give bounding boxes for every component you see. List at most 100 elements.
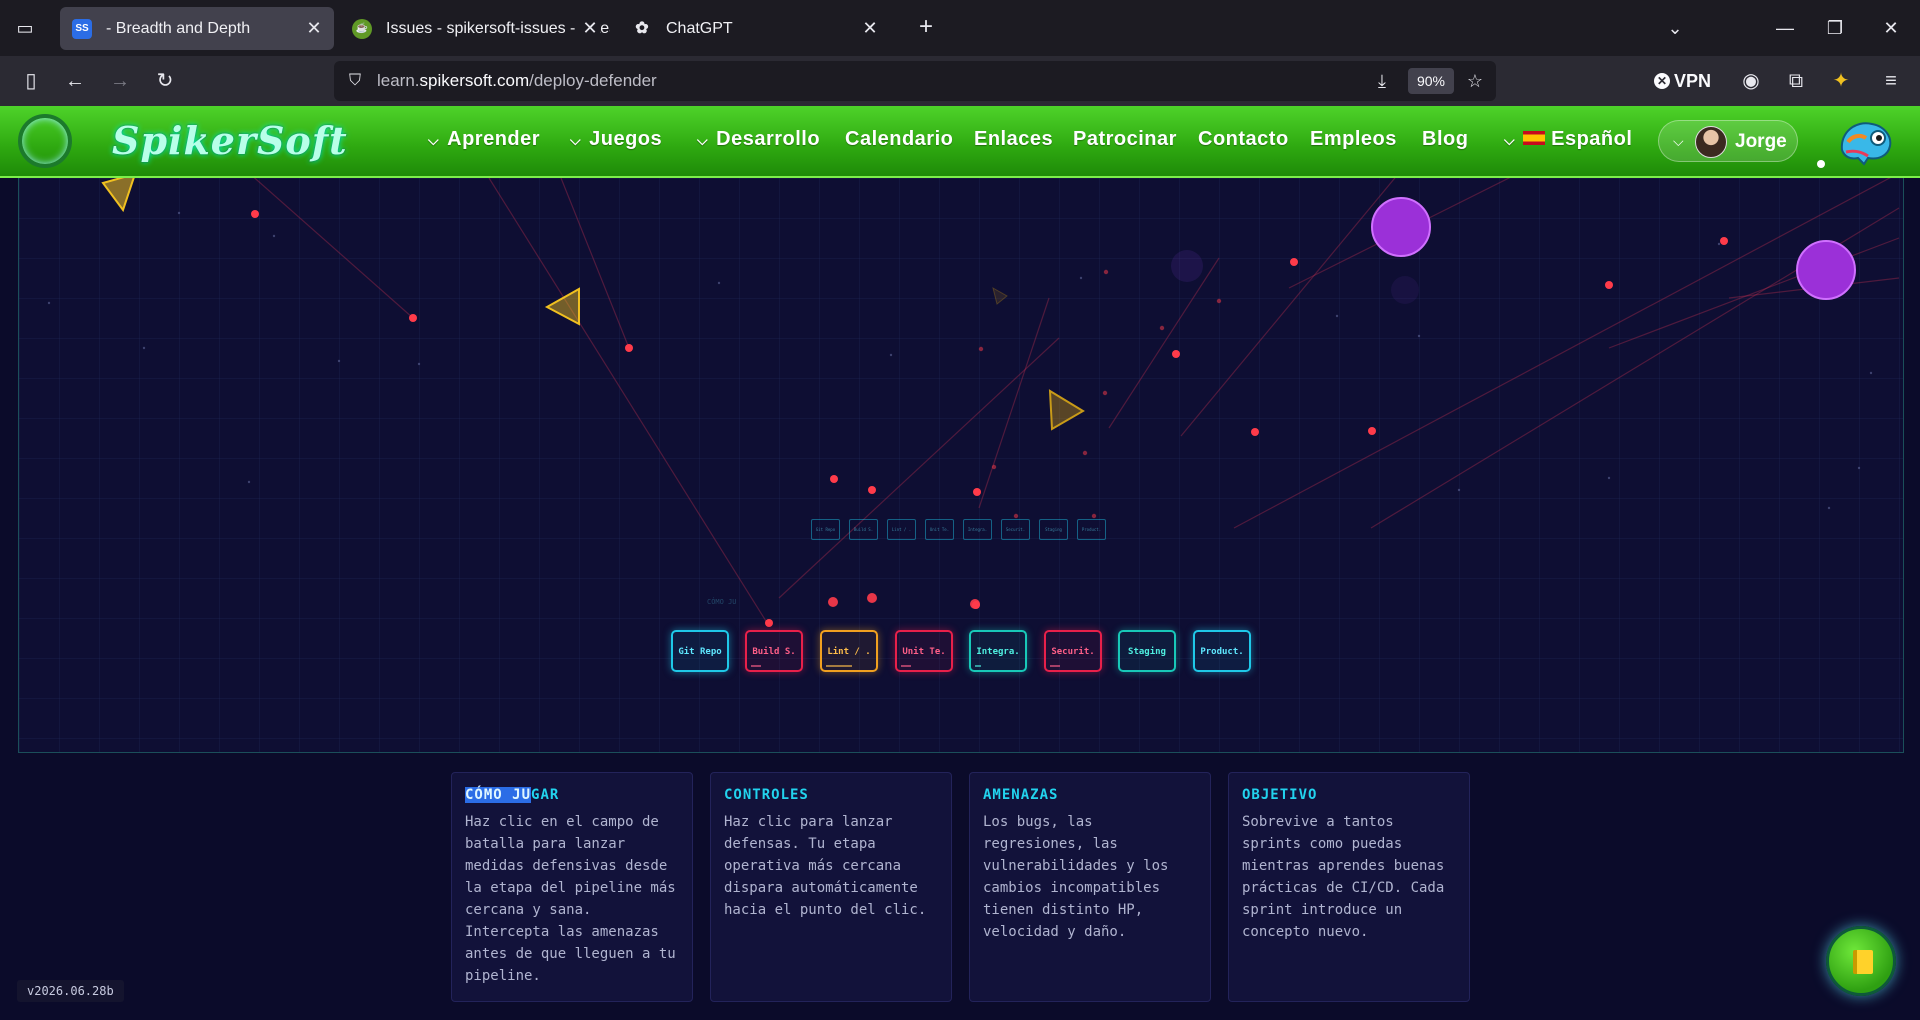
user-menu[interactable]: ⌵ Jorge [1658, 120, 1798, 162]
menu-enlaces[interactable]: Enlaces [974, 128, 1053, 151]
card-body: Sobrevive a tantos sprints como puedas m… [1242, 814, 1445, 940]
mini-stage: Product. [1077, 519, 1106, 540]
guide-book-button[interactable] [1826, 926, 1896, 996]
menu-icon[interactable]: ≡ [1876, 66, 1906, 96]
menu-label: Juegos [589, 128, 663, 150]
stage-unit-tests[interactable]: Unit Te. [895, 630, 953, 672]
forward-icon[interactable]: → [105, 66, 135, 96]
stage-production[interactable]: Product. [1193, 630, 1251, 672]
close-tab-icon[interactable]: ✕ [304, 7, 324, 50]
site-header: SpikerSoft ⌵ Aprender ⌵ Juegos ⌵ Desarrollo… [0, 106, 1920, 178]
boss-enemies [1371, 197, 1856, 300]
spain-flag-icon [1523, 131, 1546, 145]
threat-trails [253, 178, 1900, 627]
url-text[interactable]: learn.spikersoft.com/deploy-defender [377, 61, 657, 101]
faded-enemy [1391, 276, 1419, 304]
card-title-rest: CONTROLES [724, 787, 809, 803]
mini-stage: Securit. [1001, 519, 1030, 540]
download-icon[interactable]: ⤓ [1369, 69, 1395, 93]
stage-lint[interactable]: Lint / . [820, 630, 878, 672]
star-icon[interactable]: ☆ [1462, 69, 1488, 93]
account-icon[interactable]: ◉ [1736, 66, 1766, 96]
menu-calendario[interactable]: Calendario [845, 128, 953, 151]
stage-hp-bar [901, 665, 911, 667]
extensions-icon[interactable]: ⧉ [1781, 66, 1811, 96]
tab-gitea-issues[interactable]: ☕ Issues - spikersoft-issues - Gitea ✕ [340, 7, 610, 50]
close-tab-icon[interactable]: ✕ [860, 7, 880, 50]
close-tab-icon[interactable]: ✕ [580, 7, 600, 50]
spikersoft-favicon-icon: SS [72, 19, 92, 39]
stage-label: Product. [1200, 647, 1244, 657]
stage-label: Lint / . [827, 647, 871, 657]
game-battlefield[interactable]: Git Repo Build S. Lint / . Unit Te. Inte… [18, 178, 1904, 753]
mini-stage: Build S. [849, 519, 878, 540]
plus-icon[interactable]: + [913, 14, 939, 40]
card-objetivo: OBJETIVO Sobrevive a tantos sprints como… [1228, 772, 1470, 1002]
tab-list-icon[interactable]: ▭ [12, 16, 38, 40]
menu-blog[interactable]: Blog [1422, 128, 1468, 151]
chevron-down-icon: ⌵ [697, 132, 709, 148]
menu-juegos[interactable]: ⌵ Juegos [570, 128, 662, 151]
stage-security[interactable]: Securit. [1044, 630, 1102, 672]
stage-label: Staging [1128, 647, 1166, 657]
browser-tab-bar: ▭ SS - Breadth and Depth ✕ ☕ Issues - sp… [0, 0, 1920, 56]
stage-label: Integra. [976, 647, 1020, 657]
sidebar-icon[interactable]: ▯ [16, 66, 46, 96]
battlefield-canvas[interactable] [19, 178, 1904, 753]
card-controles: CONTROLES Haz clic para lanzar defensas.… [710, 772, 952, 1002]
back-icon[interactable]: ← [60, 66, 90, 96]
stage-build[interactable]: Build S. [745, 630, 803, 672]
tab-title: ChatGPT [666, 20, 733, 37]
chevron-down-icon: ⌵ [1504, 132, 1516, 148]
url-prefix: learn. [377, 71, 420, 90]
stage-label: Git Repo [678, 647, 722, 657]
menu-label: Desarrollo [716, 128, 821, 150]
chameleon-mascot-icon[interactable] [1834, 112, 1898, 172]
tab-breadth-and-depth[interactable]: SS - Breadth and Depth ✕ [60, 7, 334, 50]
card-body: Haz clic en el campo de batalla para lan… [465, 814, 676, 984]
language-label: Español [1551, 128, 1633, 150]
mini-stage: Git Repo [811, 519, 840, 540]
language-selector[interactable]: ⌵ Español [1504, 128, 1632, 151]
stage-staging[interactable]: Staging [1118, 630, 1176, 672]
card-title: OBJETIVO [1242, 787, 1456, 803]
menu-label: Aprender [447, 128, 541, 150]
chevron-down-icon[interactable]: ⌄ [1660, 14, 1690, 42]
small-threats [978, 269, 1222, 519]
extension-alert-icon[interactable]: ✦ [1826, 66, 1856, 96]
restore-icon[interactable]: ❐ [1820, 14, 1850, 42]
site-logo[interactable]: SpikerSoft [112, 118, 348, 163]
user-name: Jorge [1735, 131, 1787, 152]
url-host: spikersoft.com [419, 71, 530, 90]
menu-contacto[interactable]: Contacto [1198, 128, 1289, 151]
defense-projectiles [101, 178, 1085, 431]
close-icon[interactable]: ✕ [1876, 14, 1906, 42]
menu-desarrollo[interactable]: ⌵ Desarrollo [697, 128, 820, 151]
card-amenazas: AMENAZAS Los bugs, las regresiones, las … [969, 772, 1211, 1002]
vpn-button[interactable]: ✕ VPN [1654, 66, 1711, 96]
logo-ring-icon[interactable] [18, 114, 72, 168]
card-como-jugar: CÓMO JUGAR Haz clic en el campo de batal… [451, 772, 693, 1002]
indicator-dot [1817, 160, 1825, 168]
card-title-rest: AMENAZAS [983, 787, 1059, 803]
menu-empleos[interactable]: Empleos [1310, 128, 1397, 151]
tab-title: - Breadth and Depth [106, 20, 251, 37]
reload-icon[interactable]: ↻ [150, 66, 180, 96]
minimize-icon[interactable]: — [1770, 14, 1800, 42]
menu-patrocinar[interactable]: Patrocinar [1073, 128, 1177, 151]
zoom-level-badge[interactable]: 90% [1408, 68, 1454, 94]
vpn-label: VPN [1674, 71, 1712, 91]
url-path: /deploy-defender [529, 71, 657, 90]
background-stars [47, 211, 1873, 510]
stage-git-repo[interactable]: Git Repo [671, 630, 729, 672]
tab-title: Issues - spikersoft-issues - Gitea [386, 20, 610, 37]
vpn-off-icon: ✕ [1654, 73, 1670, 89]
stage-hp-bar [1050, 665, 1060, 667]
menu-aprender[interactable]: ⌵ Aprender [428, 128, 540, 151]
address-bar[interactable]: ⛉ learn.spikersoft.com/deploy-defender ⤓… [334, 61, 1496, 101]
book-icon [1853, 950, 1873, 974]
tab-chatgpt[interactable]: ✿ ChatGPT ✕ [620, 7, 890, 50]
stage-integration[interactable]: Integra. [969, 630, 1027, 672]
shield-icon[interactable]: ⛉ [344, 70, 366, 92]
chevron-down-icon: ⌵ [428, 132, 440, 148]
